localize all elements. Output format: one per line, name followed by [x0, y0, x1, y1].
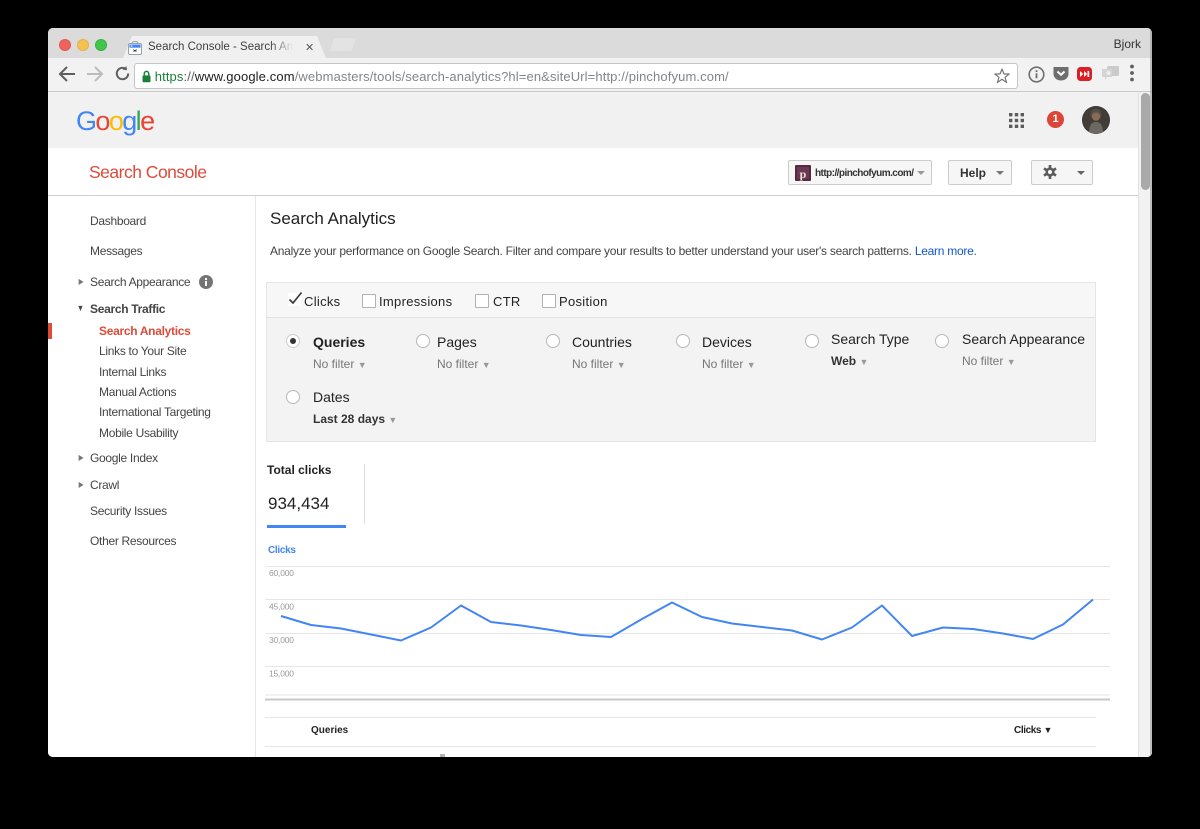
svg-text:15,000: 15,000 [269, 669, 294, 679]
svg-text:p: p [800, 167, 807, 181]
svg-text:60,000: 60,000 [269, 568, 294, 578]
svg-text:30,000: 30,000 [269, 635, 294, 645]
svg-text:45,000: 45,000 [269, 602, 294, 612]
